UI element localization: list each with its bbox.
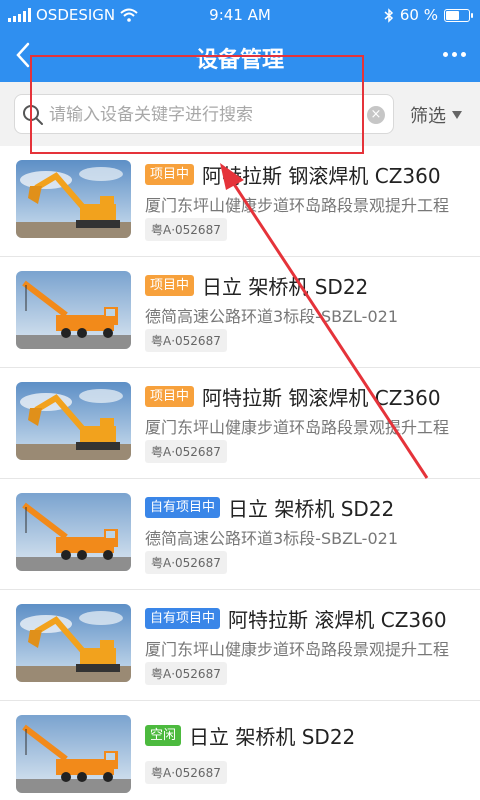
clear-icon[interactable]: × — [367, 106, 385, 124]
filter-label: 筛选 — [410, 106, 446, 127]
plate-number: 粤A·052687 — [145, 662, 227, 685]
status-badge: 项目中 — [145, 275, 195, 296]
title-row: 项目中 日立 架桥机 SD22 — [145, 271, 368, 300]
title-row: 自有项目中 阿特拉斯 滚焊机 CZ360 — [145, 604, 447, 633]
battery-percent: 60 % — [399, 6, 438, 24]
title-row: 空闲 日立 架桥机 SD22 — [145, 721, 355, 750]
battery-icon — [444, 8, 473, 22]
title-row: 自有项目中 日立 架桥机 SD22 — [145, 493, 394, 522]
equipment-list-item[interactable]: 空闲 日立 架桥机 SD22 粤A·052687 — [0, 701, 480, 800]
equipment-image — [16, 493, 131, 571]
search-input[interactable] — [49, 101, 349, 129]
project-location: 厦门东坪山健康步道环岛路段景观提升工程 — [145, 418, 450, 437]
status-badge: 项目中 — [145, 164, 195, 185]
equipment-name: 阿特拉斯 滚焊机 CZ360 — [228, 608, 447, 632]
nav-bar: 设备管理 — [0, 30, 480, 82]
equipment-list: 项目中 阿特拉斯 钢滚焊机 CZ360 厦门东坪山健康步道环岛路段景观提升工程 粤A·… — [0, 146, 480, 800]
status-badge: 自有项目中 — [145, 608, 221, 629]
equipment-list-item[interactable]: 项目中 日立 架桥机 SD22 德简高速公路环道3标段-SBZL-021 粤A·052… — [0, 257, 480, 368]
filter-button[interactable]: 筛选 — [410, 102, 462, 128]
equipment-list-item[interactable]: 自有项目中 阿特拉斯 滚焊机 CZ360 厦门东坪山健康步道环岛路段景观提升工程粤A… — [0, 590, 480, 701]
search-row: × 筛选 — [0, 82, 480, 146]
search-icon — [23, 105, 43, 125]
search-box[interactable]: × — [14, 94, 394, 134]
page-title: 设备管理 — [195, 48, 284, 73]
equipment-list-item[interactable]: 项目中 阿特拉斯 钢滚焊机 CZ360 厦门东坪山健康步道环岛路段景观提升工程粤A·… — [0, 146, 480, 257]
status-bar: OSDESIGN 9:41 AM 60 % — [0, 0, 480, 30]
project-location: 厦门东坪山健康步道环岛路段景观提升工程 — [145, 640, 450, 659]
caret-down-icon — [452, 111, 462, 119]
equipment-name: 阿特拉斯 钢滚焊机 CZ360 — [202, 386, 441, 410]
status-badge: 自有项目中 — [145, 497, 221, 518]
plate-number: 粤A·052687 — [145, 761, 227, 784]
equipment-image — [16, 604, 131, 682]
equipment-image — [16, 715, 131, 793]
plate-number: 粤A·052687 — [145, 440, 227, 463]
plate-number: 粤A·052687 — [145, 218, 227, 241]
status-right: 60 % — [384, 6, 473, 24]
title-row: 项目中 阿特拉斯 钢滚焊机 CZ360 — [145, 160, 441, 189]
project-location: 德简高速公路环道3标段-SBZL-021 — [145, 529, 398, 548]
equipment-image — [16, 382, 131, 460]
equipment-image — [16, 160, 131, 238]
bluetooth-icon — [384, 7, 393, 23]
more-dots-icon[interactable] — [443, 44, 466, 64]
project-location: 德简高速公路环道3标段-SBZL-021 — [145, 307, 398, 326]
status-badge: 空闲 — [145, 725, 182, 746]
plate-number: 粤A·052687 — [145, 551, 227, 574]
equipment-name: 日立 架桥机 SD22 — [202, 275, 369, 299]
equipment-image — [16, 271, 131, 349]
equipment-name: 日立 架桥机 SD22 — [228, 497, 395, 521]
equipment-list-item[interactable]: 自有项目中 日立 架桥机 SD22 德简高速公路环道3标段-SBZL-021 粤A·0… — [0, 479, 480, 590]
equipment-name: 日立 架桥机 SD22 — [189, 725, 356, 749]
equipment-name: 阿特拉斯 钢滚焊机 CZ360 — [202, 164, 441, 188]
project-location: 厦门东坪山健康步道环岛路段景观提升工程 — [145, 196, 450, 215]
plate-number: 粤A·052687 — [145, 329, 227, 352]
status-badge: 项目中 — [145, 386, 195, 407]
equipment-list-item[interactable]: 项目中 阿特拉斯 钢滚焊机 CZ360 厦门东坪山健康步道环岛路段景观提升工程粤A·… — [0, 368, 480, 479]
title-row: 项目中 阿特拉斯 钢滚焊机 CZ360 — [145, 382, 441, 411]
